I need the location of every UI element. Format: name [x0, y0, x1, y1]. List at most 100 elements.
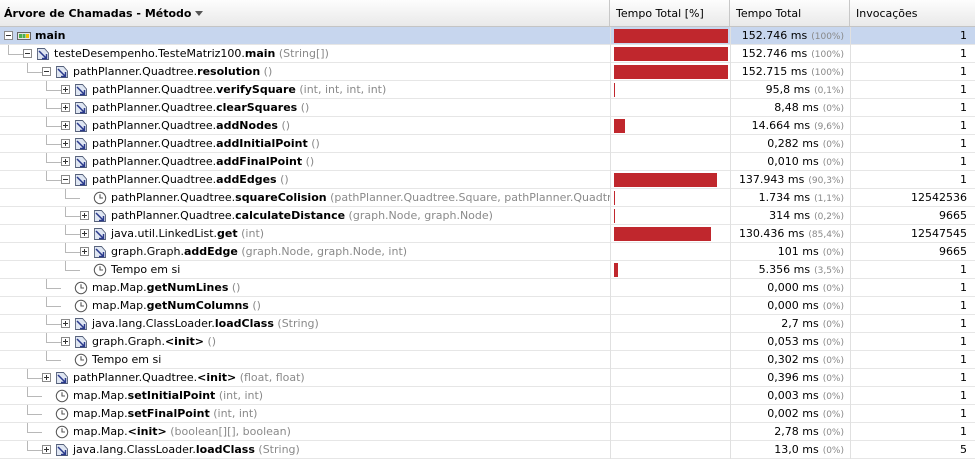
method-icon [55, 443, 69, 457]
table-row[interactable]: pathPlanner.Quadtree.squareColision (pat… [0, 189, 975, 207]
method-class: pathPlanner.Quadtree. [92, 155, 217, 168]
expand-icon[interactable] [42, 445, 51, 454]
time-value: 0,053 ms [767, 335, 819, 348]
expand-icon[interactable] [61, 337, 70, 346]
method-cell: pathPlanner.Quadtree.resolution () [0, 63, 610, 81]
column-header-method[interactable]: Árvore de Chamadas - Método [0, 0, 610, 26]
time-percent: (100%) [811, 68, 844, 78]
expand-icon[interactable] [80, 229, 89, 238]
tree-connector [46, 171, 47, 180]
time-value: 0,002 ms [767, 407, 819, 420]
table-row[interactable]: pathPlanner.Quadtree.addInitialPoint () 0… [0, 135, 975, 153]
expand-icon[interactable] [61, 139, 70, 148]
expand-icon[interactable] [61, 85, 70, 94]
table-row[interactable]: map.Map.getNumColumns () 0,000 ms (0%) 1 [0, 297, 975, 315]
method-cell: pathPlanner.Quadtree.squareColision (pat… [0, 189, 610, 207]
table-row[interactable]: map.Map.<init> (boolean[][], boolean) 2,7… [0, 423, 975, 441]
column-header-time[interactable]: Tempo Total [730, 0, 850, 26]
percent-bar-cell [610, 27, 730, 45]
time-cell: 8,48 ms (0%) [730, 99, 850, 117]
table-row[interactable]: map.Map.setInitialPoint (int, int) 0,003 … [0, 387, 975, 405]
column-header-percent[interactable]: Tempo Total [%] [610, 0, 730, 26]
table-row[interactable]: main 152.746 ms (100%) 1 [0, 27, 975, 45]
table-row[interactable]: java.util.LinkedList.get (int) 130.436 ms… [0, 225, 975, 243]
method-name: main [35, 29, 66, 42]
method-signature: (int, int) [215, 389, 264, 402]
table-row[interactable]: map.Map.getNumLines () 0,000 ms (0%) 1 [0, 279, 975, 297]
table-row[interactable]: graph.Graph.<init> () 0,053 ms (0%) 1 [0, 333, 975, 351]
method-signature: (String) [254, 443, 300, 456]
method-cell: testeDesempenho.TesteMatriz100.main (Str… [0, 45, 610, 63]
invocations-cell: 1 [850, 405, 975, 423]
method-class: testeDesempenho.TesteMatriz100. [54, 47, 245, 60]
method-label: pathPlanner.Quadtree.squareColision (pat… [111, 189, 610, 207]
expand-icon[interactable] [61, 103, 70, 112]
table-row[interactable]: graph.Graph.addEdge (graph.Node, graph.N… [0, 243, 975, 261]
expand-icon[interactable] [61, 319, 70, 328]
tree-connector [46, 180, 61, 181]
method-signature: (float, float) [236, 371, 305, 384]
table-row[interactable]: pathPlanner.Quadtree.verifySquare (int, … [0, 81, 975, 99]
percent-bar [614, 29, 728, 43]
method-class: map.Map. [92, 299, 147, 312]
time-value: 13,0 ms [774, 443, 819, 456]
collapse-icon[interactable] [23, 49, 32, 58]
tree-connector [46, 360, 61, 361]
expand-icon[interactable] [80, 247, 89, 256]
time-percent: (0%) [822, 356, 844, 366]
method-name: get [217, 227, 238, 240]
table-row[interactable]: Tempo em si 5.356 ms (3,5%) 1 [0, 261, 975, 279]
method-label: map.Map.getNumColumns () [92, 297, 261, 315]
table-row[interactable]: pathPlanner.Quadtree.addFinalPoint () 0,0… [0, 153, 975, 171]
collapse-icon[interactable] [42, 67, 51, 76]
method-icon [55, 65, 69, 79]
percent-bar-cell [610, 387, 730, 405]
time-cell: 0,000 ms (0%) [730, 279, 850, 297]
percent-bar-cell [610, 207, 730, 225]
time-value: 2,78 ms [774, 425, 819, 438]
method-name: addNodes [216, 119, 278, 132]
clock-icon [55, 389, 69, 403]
sort-down-icon[interactable] [195, 11, 204, 16]
expand-icon[interactable] [42, 373, 51, 382]
tree-connector [46, 117, 47, 126]
table-row[interactable]: pathPlanner.Quadtree.<init> (float, floa… [0, 369, 975, 387]
invocations-cell: 1 [850, 297, 975, 315]
table-row[interactable]: testeDesempenho.TesteMatriz100.main (Str… [0, 45, 975, 63]
collapse-icon[interactable] [4, 31, 13, 40]
percent-bar-cell [610, 279, 730, 297]
method-class: Tempo em si [92, 353, 162, 366]
method-class: pathPlanner.Quadtree. [111, 191, 236, 204]
invocations-cell: 1 [850, 81, 975, 99]
column-header-invocations[interactable]: Invocações [850, 0, 975, 26]
method-class: map.Map. [92, 281, 147, 294]
method-class: graph.Graph. [111, 245, 184, 258]
method-icon [74, 137, 88, 151]
table-row[interactable]: pathPlanner.Quadtree.resolution () 152.71… [0, 63, 975, 81]
expand-icon[interactable] [61, 121, 70, 130]
percent-bar [614, 209, 615, 223]
table-row[interactable]: pathPlanner.Quadtree.calculateDistance (… [0, 207, 975, 225]
table-row[interactable]: Tempo em si 0,302 ms (0%) 1 [0, 351, 975, 369]
table-row[interactable]: pathPlanner.Quadtree.addNodes () 14.664 m… [0, 117, 975, 135]
method-class: pathPlanner.Quadtree. [73, 371, 198, 384]
tree-connector [65, 243, 66, 252]
method-class: pathPlanner.Quadtree. [92, 119, 217, 132]
invocations-cell: 1 [850, 117, 975, 135]
collapse-icon[interactable] [61, 175, 70, 184]
expand-icon[interactable] [80, 211, 89, 220]
table-row[interactable]: pathPlanner.Quadtree.clearSquares () 8,48… [0, 99, 975, 117]
thread-icon [17, 29, 31, 43]
table-row[interactable]: java.lang.ClassLoader.loadClass (String)… [0, 315, 975, 333]
method-icon [93, 245, 107, 259]
table-row[interactable]: pathPlanner.Quadtree.addEdges () 137.943 … [0, 171, 975, 189]
time-cell: 5.356 ms (3,5%) [730, 261, 850, 279]
table-row[interactable]: java.lang.ClassLoader.loadClass (String)… [0, 441, 975, 459]
method-class: java.lang.ClassLoader. [92, 317, 215, 330]
tree-connector [65, 198, 80, 199]
table-row[interactable]: map.Map.setFinalPoint (int, int) 0,002 ms… [0, 405, 975, 423]
time-cell: 2,7 ms (0%) [730, 315, 850, 333]
expand-icon[interactable] [61, 157, 70, 166]
method-label: pathPlanner.Quadtree.addEdges () [92, 171, 289, 189]
tree-connector [65, 270, 80, 271]
